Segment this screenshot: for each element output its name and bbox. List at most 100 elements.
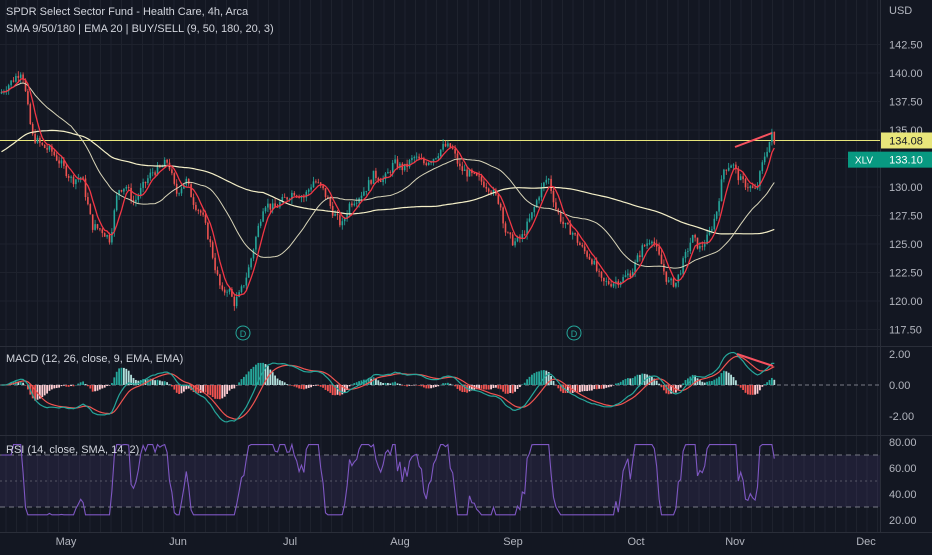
macd-histogram-bar <box>449 383 452 385</box>
macd-histogram-bar <box>223 385 226 397</box>
macd-histogram-bar <box>79 382 82 385</box>
macd-histogram-bar <box>46 385 48 394</box>
macd-histogram-bar <box>348 385 351 387</box>
candle <box>43 144 46 149</box>
macd-histogram-bar <box>706 381 708 385</box>
macd-histogram-bar <box>557 385 560 389</box>
rsi-tick-label: 60.00 <box>889 463 917 475</box>
macd-histogram-bar <box>70 385 72 387</box>
macd-histogram-bar <box>432 385 435 388</box>
price-tick-label: 142.50 <box>889 40 923 52</box>
macd-histogram-bar <box>55 385 58 389</box>
macd-histogram-bar <box>84 383 87 385</box>
macd-histogram-bar <box>639 374 641 385</box>
macd-histogram-bar <box>535 371 538 385</box>
macd-histogram-bar <box>65 385 68 387</box>
macd-histogram-bar <box>531 374 533 385</box>
macd-histogram-bar <box>583 385 586 392</box>
macd-histogram-bar <box>389 383 392 385</box>
macd-tick-label: 0.00 <box>889 380 910 392</box>
price-tick-label: 117.50 <box>889 325 922 337</box>
macd-histogram-bar <box>619 381 622 385</box>
macd-histogram-bar <box>154 380 156 385</box>
price-tick-label: 130.00 <box>889 182 923 194</box>
macd-histogram-bar <box>413 385 416 386</box>
macd-histogram-bar <box>293 385 296 387</box>
macd-histogram-bar <box>576 385 579 393</box>
macd-histogram-bar <box>295 385 298 388</box>
macd-histogram-bar <box>603 385 605 389</box>
macd-histogram-bar <box>713 379 716 385</box>
macd-tick-label: -2.00 <box>889 411 914 423</box>
resistance-price-text: 134.08 <box>889 135 923 147</box>
macd-histogram-bar <box>533 373 536 385</box>
macd-histogram-bar <box>291 385 293 386</box>
macd-axis[interactable]: 2.00 0.00 -2.00 <box>889 349 914 423</box>
macd-histogram-bar <box>598 385 600 389</box>
candle <box>173 172 176 186</box>
macd-histogram-bar <box>379 382 382 385</box>
macd-histogram-bar <box>156 379 159 385</box>
macd-histogram-bar <box>274 375 276 385</box>
macd-histogram-bar <box>766 382 768 385</box>
indicator-legend[interactable]: SMA 9/50/180 | EMA 20 | BUY/SELL (9, 50,… <box>6 23 274 35</box>
macd-histogram-bar <box>723 370 725 385</box>
macd-histogram-bar <box>754 385 756 395</box>
macd-histogram-bar <box>207 385 209 395</box>
last-price-label[interactable]: XLV 133.10 <box>848 151 932 168</box>
chart-canvas[interactable]: D D USD 142.50140.00137.50135.00132.5013… <box>0 0 932 550</box>
macd-histogram-bar <box>435 385 437 387</box>
macd-histogram-bar <box>331 385 334 396</box>
macd-histogram-bar <box>708 381 711 385</box>
macd-histogram-bar <box>120 367 123 385</box>
macd-histogram-bar <box>763 384 766 385</box>
macd-histogram-bar <box>579 385 581 393</box>
candle <box>31 122 34 136</box>
macd-histogram-bar <box>166 382 168 385</box>
macd-histogram-bar <box>103 385 106 388</box>
macd-histogram-bar <box>451 384 454 386</box>
macd-histogram-bar <box>58 385 60 388</box>
macd-histogram-bar <box>495 385 497 388</box>
macd-histogram-bar <box>72 385 75 387</box>
rsi-legend[interactable]: RSI (14, close, SMA, 14, 2) <box>6 444 139 456</box>
macd-histogram-bar <box>711 381 713 385</box>
macd-histogram-bar <box>756 385 759 394</box>
macd-histogram-bar <box>660 385 663 388</box>
macd-histogram-bar <box>528 376 531 385</box>
macd-histogram-bar <box>636 374 639 385</box>
macd-histogram-bar <box>442 383 444 385</box>
macd-histogram-bar <box>106 385 108 387</box>
macd-histogram-bar <box>655 380 658 385</box>
chart-title[interactable]: SPDR Select Sector Fund - Health Care, 4… <box>6 6 249 18</box>
price-tick-label: 127.50 <box>889 211 923 223</box>
macd-histogram-bar <box>171 385 173 387</box>
resistance-price-label[interactable]: 134.08 <box>881 132 932 149</box>
macd-histogram-bar <box>593 385 596 390</box>
macd-histogram-bar <box>115 371 118 385</box>
macd-histogram-bar <box>48 385 51 391</box>
macd-histogram-bar <box>243 376 245 385</box>
dividend-marker-sep[interactable]: D <box>566 325 582 341</box>
macd-histogram-bar <box>622 380 624 385</box>
macd-histogram-bar <box>41 385 44 398</box>
macd-histogram-bar <box>523 382 526 385</box>
macd-legend[interactable]: MACD (12, 26, close, 9, EMA, EMA) <box>6 353 183 365</box>
macd-histogram-bar <box>161 381 164 385</box>
macd-histogram-bar <box>286 384 288 385</box>
macd-histogram-bar <box>497 385 500 389</box>
macd-histogram-bar <box>403 385 406 386</box>
macd-histogram-bar <box>631 377 634 385</box>
macd-histogram-bar <box>173 385 176 390</box>
macd-histogram-bar <box>423 385 425 388</box>
month-label: Sep <box>503 536 523 548</box>
macd-histogram-bar <box>679 385 682 388</box>
macd-histogram-bar <box>401 385 404 386</box>
macd-histogram-bar <box>504 385 507 394</box>
macd-histogram-bar <box>384 382 387 385</box>
macd-histogram-bar <box>399 383 401 385</box>
candle <box>691 234 694 243</box>
dividend-marker-jun[interactable]: D <box>235 325 251 341</box>
macd-histogram-bar <box>730 374 732 385</box>
macd-histogram-bar <box>406 385 408 387</box>
